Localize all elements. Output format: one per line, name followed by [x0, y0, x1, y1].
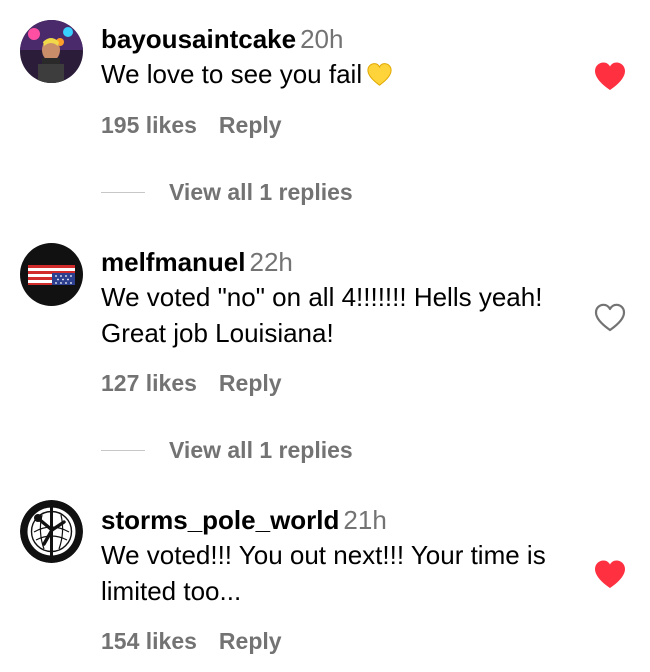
yellow-heart-icon: [366, 59, 393, 95]
view-replies-button[interactable]: View all 1 replies: [101, 435, 353, 465]
likes-count[interactable]: 154 likes: [101, 628, 197, 654]
view-replies-button[interactable]: View all 1 replies: [101, 177, 353, 207]
reply-button[interactable]: Reply: [219, 112, 282, 138]
like-outline-heart-icon[interactable]: [594, 302, 626, 332]
like-filled-heart-icon[interactable]: [594, 61, 626, 91]
like-filled-heart-icon[interactable]: [594, 559, 626, 589]
replies-divider: [101, 449, 145, 451]
avatar[interactable]: [20, 20, 83, 83]
likes-count[interactable]: 195 likes: [101, 112, 197, 138]
comment-text: We voted!!! You out next!!! Your time is…: [101, 540, 546, 606]
view-replies-label: View all 1 replies: [169, 436, 353, 463]
avatar[interactable]: [20, 243, 83, 306]
comment-timestamp: 22h: [249, 247, 293, 277]
comment-username[interactable]: melfmanuel: [101, 247, 246, 277]
comment-text-content: We love to see you fail: [101, 59, 363, 89]
comment-text: We voted "no" on all 4!!!!!!! Hells yeah…: [101, 282, 543, 348]
comment-username[interactable]: storms_pole_world: [101, 505, 339, 535]
comment-text: We love to see you fail: [101, 56, 580, 95]
view-replies-label: View all 1 replies: [169, 178, 353, 205]
reply-button[interactable]: Reply: [219, 370, 282, 396]
replies-divider: [101, 191, 145, 193]
avatar[interactable]: [20, 500, 83, 563]
likes-count[interactable]: 127 likes: [101, 370, 197, 396]
comment-timestamp: 20h: [300, 24, 344, 54]
comment-timestamp: 21h: [343, 505, 387, 535]
reply-button[interactable]: Reply: [219, 628, 282, 654]
comment-username[interactable]: bayousaintcake: [101, 24, 296, 54]
